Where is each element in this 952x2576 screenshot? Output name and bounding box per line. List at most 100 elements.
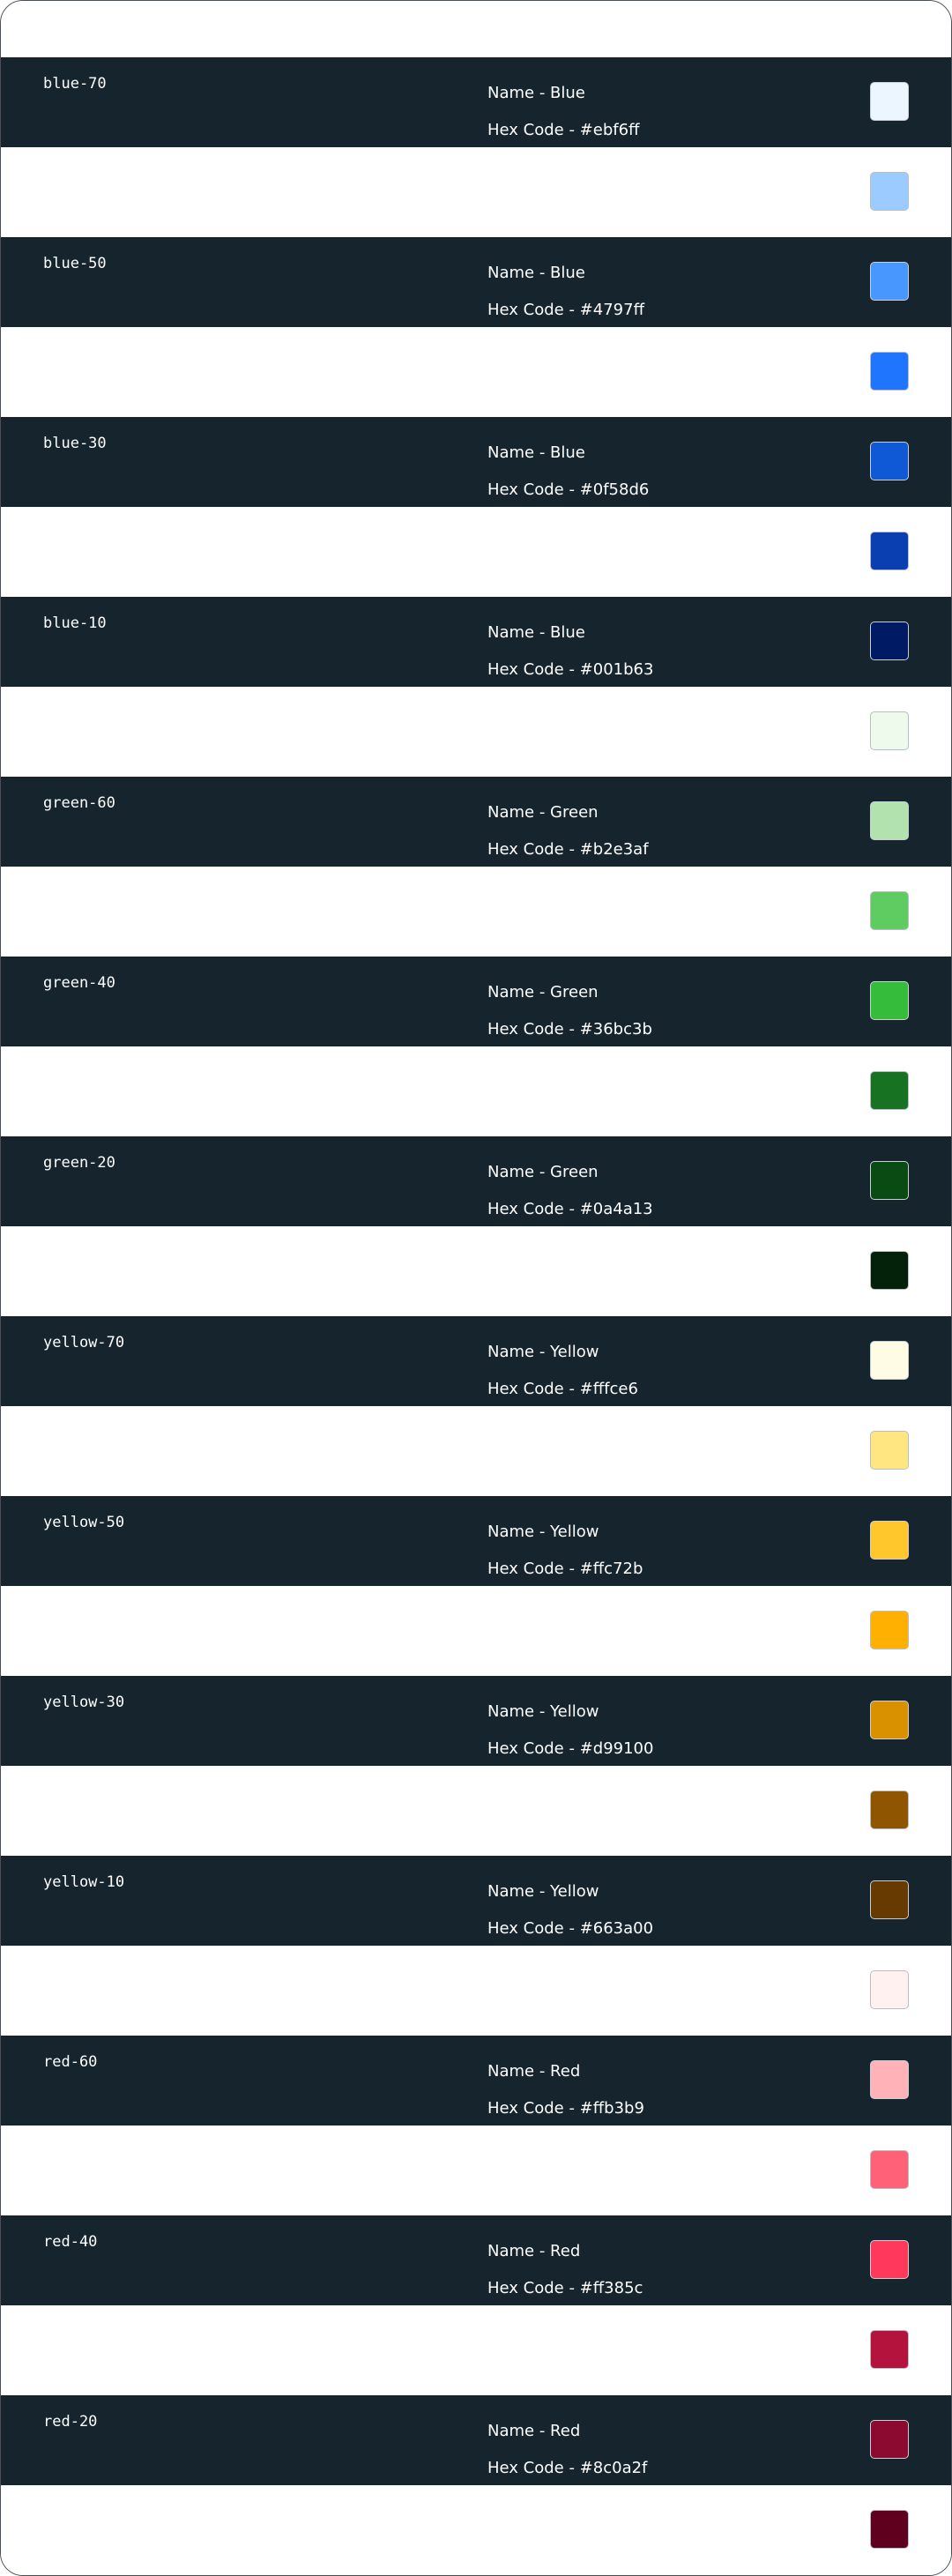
color-info: Name - Yellow Hex Code - #fffce6 — [487, 1334, 638, 1408]
color-swatch — [870, 981, 909, 1020]
hex-code-label: Hex Code - #ffb3b9 — [487, 2099, 644, 2118]
color-swatch — [870, 2060, 909, 2099]
token-name: yellow-30 — [43, 1694, 125, 1711]
color-row: red-20 Name - Red Hex Code - #8c0a2f — [1, 2395, 951, 2485]
color-row: yellow-10 Name - Yellow Hex Code - #663a00 — [1, 1856, 951, 1946]
hex-code-label: Hex Code - #0a4a13 — [487, 1200, 653, 1218]
color-name-label: Name - Blue — [487, 443, 585, 462]
token-name: green-40 — [43, 974, 115, 992]
color-name-label: Name - Yellow — [487, 1523, 599, 1541]
token-name: green-20 — [43, 1154, 115, 1172]
color-swatch — [870, 352, 909, 391]
color-palette-table: blue-70 Name - Blue Hex Code - #ebf6ff blue… — [0, 0, 952, 2576]
color-swatch — [870, 711, 909, 750]
color-swatch — [870, 1251, 909, 1290]
color-info: Name - Blue Hex Code - #0f58d6 — [487, 435, 649, 509]
color-row — [1, 1406, 951, 1496]
color-swatch — [870, 1431, 909, 1470]
color-swatch — [870, 172, 909, 211]
hex-code-label: Hex Code - #ebf6ff — [487, 121, 640, 139]
color-swatch — [870, 1071, 909, 1110]
color-row — [1, 867, 951, 957]
color-row: yellow-50 Name - Yellow Hex Code - #ffc72b — [1, 1496, 951, 1586]
color-row: blue-50 Name - Blue Hex Code - #4797ff — [1, 237, 951, 327]
color-info: Name - Red Hex Code - #8c0a2f — [487, 2413, 647, 2487]
color-info: Name - Green Hex Code - #36bc3b — [487, 974, 652, 1048]
color-info: Name - Red Hex Code - #ffb3b9 — [487, 2053, 644, 2127]
color-row — [1, 1586, 951, 1676]
color-name-label: Name - Red — [487, 2422, 581, 2440]
color-row: green-60 Name - Green Hex Code - #b2e3af — [1, 777, 951, 867]
token-name: yellow-70 — [43, 1334, 125, 1351]
color-row: yellow-70 Name - Yellow Hex Code - #fffce6 — [1, 1316, 951, 1406]
color-row: red-40 Name - Red Hex Code - #ff385c — [1, 2215, 951, 2305]
color-info: Name - Green Hex Code - #b2e3af — [487, 794, 649, 868]
token-name: red-60 — [43, 2053, 98, 2071]
color-info: Name - Yellow Hex Code - #d99100 — [487, 1694, 653, 1768]
color-swatch — [870, 2420, 909, 2459]
hex-code-label: Hex Code - #8c0a2f — [487, 2459, 648, 2477]
hex-code-label: Hex Code - #001b63 — [487, 660, 654, 679]
hex-code-label: Hex Code - #4797ff — [487, 301, 644, 319]
color-row — [1, 1946, 951, 2036]
color-row — [1, 327, 951, 417]
color-swatch — [870, 262, 909, 301]
color-row: green-40 Name - Green Hex Code - #36bc3b — [1, 957, 951, 1046]
hex-code-label: Hex Code - #b2e3af — [487, 840, 649, 859]
color-row — [1, 2485, 951, 2575]
color-swatch — [870, 1611, 909, 1649]
hex-code-label: Hex Code - #fffce6 — [487, 1380, 638, 1398]
color-name-label: Name - Green — [487, 1163, 599, 1181]
token-name: blue-30 — [43, 435, 107, 452]
token-name: yellow-50 — [43, 1514, 125, 1531]
token-name: blue-10 — [43, 614, 107, 632]
color-row — [1, 507, 951, 597]
color-info: Name - Red Hex Code - #ff385c — [487, 2233, 643, 2307]
color-row — [1, 687, 951, 777]
table-header — [1, 1, 951, 57]
token-name: red-40 — [43, 2233, 98, 2251]
color-name-label: Name - Red — [487, 2242, 581, 2260]
hex-code-label: Hex Code - #ffc72b — [487, 1560, 643, 1578]
color-info: Name - Yellow Hex Code - #663a00 — [487, 1873, 653, 1947]
color-swatch — [870, 442, 909, 480]
token-name: blue-70 — [43, 75, 107, 93]
color-row: yellow-30 Name - Yellow Hex Code - #d99100 — [1, 1676, 951, 1766]
color-row — [1, 1226, 951, 1316]
hex-code-label: Hex Code - #0f58d6 — [487, 480, 650, 499]
token-name: red-20 — [43, 2413, 98, 2431]
color-swatch — [870, 801, 909, 840]
color-info: Name - Blue Hex Code - #ebf6ff — [487, 75, 639, 149]
color-info: Name - Yellow Hex Code - #ffc72b — [487, 1514, 643, 1588]
color-name-label: Name - Yellow — [487, 1343, 599, 1361]
color-row — [1, 2305, 951, 2395]
color-info: Name - Green Hex Code - #0a4a13 — [487, 1154, 653, 1228]
color-swatch — [870, 2240, 909, 2279]
color-info: Name - Blue Hex Code - #4797ff — [487, 255, 644, 329]
color-row: red-60 Name - Red Hex Code - #ffb3b9 — [1, 2036, 951, 2126]
token-name: green-60 — [43, 794, 115, 812]
color-name-label: Name - Yellow — [487, 1702, 599, 1721]
color-swatch — [870, 622, 909, 660]
color-name-label: Name - Blue — [487, 623, 585, 642]
hex-code-label: Hex Code - #663a00 — [487, 1919, 654, 1938]
color-name-label: Name - Green — [487, 983, 599, 1001]
color-name-label: Name - Yellow — [487, 1882, 599, 1901]
color-swatch — [870, 2150, 909, 2189]
color-swatch — [870, 891, 909, 930]
color-name-label: Name - Red — [487, 2062, 581, 2081]
color-row — [1, 147, 951, 237]
color-name-label: Name - Blue — [487, 264, 585, 282]
color-swatch — [870, 82, 909, 121]
color-swatch — [870, 1791, 909, 1829]
color-row — [1, 1046, 951, 1136]
color-swatch — [870, 1880, 909, 1919]
token-name: blue-50 — [43, 255, 107, 272]
token-name: yellow-10 — [43, 1873, 125, 1891]
color-name-label: Name - Blue — [487, 84, 585, 102]
color-name-label: Name - Green — [487, 803, 599, 822]
color-swatch — [870, 1970, 909, 2009]
color-swatch — [870, 2510, 909, 2549]
color-swatch — [870, 1341, 909, 1380]
color-rows: blue-70 Name - Blue Hex Code - #ebf6ff blue… — [1, 57, 951, 2575]
